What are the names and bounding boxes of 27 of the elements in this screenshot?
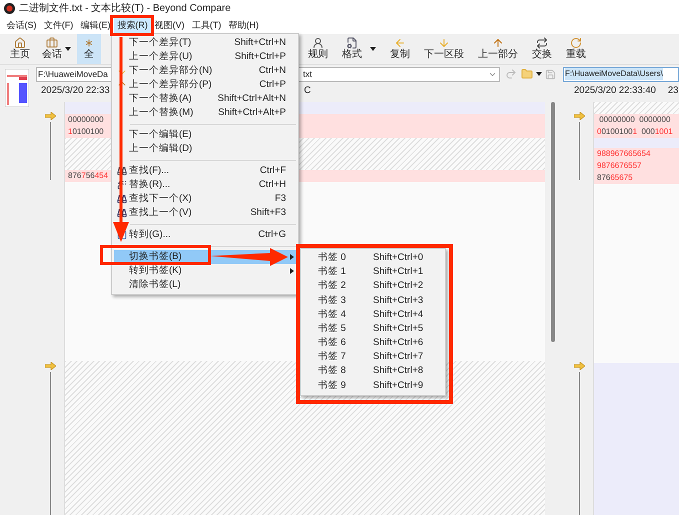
code-line: 87665675 (597, 172, 633, 184)
code-line: 00000000 (68, 114, 104, 126)
shortcut-text: Shift+Ctrl+P (234, 50, 286, 64)
code-line: 988967665654 (597, 148, 650, 160)
shortcut-text: Shift+Ctrl+Alt+N (218, 92, 286, 106)
code-line: 001001001 0001001 (597, 126, 673, 138)
file-info-text: 23 (668, 84, 678, 98)
shortcut-text: Shift+Ctrl+N (234, 36, 286, 50)
shortcut-text: Ctrl+F (260, 164, 286, 178)
shortcut-text: Ctrl+G (258, 228, 286, 242)
shortcut-text: F3 (274, 192, 286, 206)
file-timestamp: 2025/3/20 22:33 (41, 84, 109, 98)
file-timestamp: 2025/3/20 22:33:40 (574, 84, 656, 98)
code-line: 9876676557 (597, 160, 642, 172)
shortcut-text: Ctrl+H (258, 178, 286, 192)
path-text: F:\HuaweiMoveDa (38, 68, 109, 80)
shortcut-text: Ctrl+N (258, 64, 286, 78)
window-title: 二进制文件.txt - 文本比较(T) - Beyond Compare (19, 2, 231, 16)
shortcut-text: Shift+F3 (250, 206, 286, 220)
path-text: txt (303, 68, 312, 80)
code-line: 876756454 (68, 170, 108, 182)
code-line: 10100100 (68, 126, 104, 138)
path-text: F:\HuaweiMoveData\Users\ (565, 68, 663, 80)
shortcut-text: Shift+Ctrl+Alt+P (218, 106, 286, 120)
file-info-text: C (304, 84, 312, 98)
shortcut-text: Ctrl+P (259, 78, 286, 92)
code-line: 00000000 0000000 (598, 114, 670, 126)
